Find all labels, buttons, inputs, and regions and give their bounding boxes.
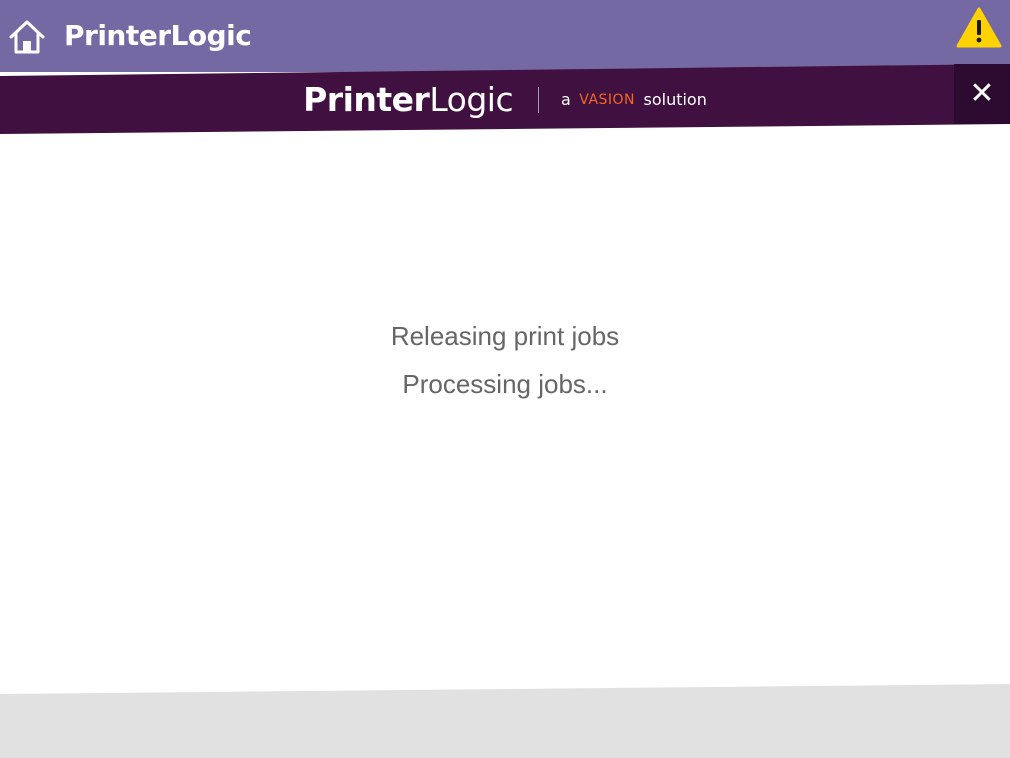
brand-tag-prefix: a <box>561 90 571 109</box>
brand-tag-vasion: VASION <box>579 91 636 108</box>
warning-icon <box>956 7 1002 48</box>
status-message: Releasing print jobs Processing jobs... <box>0 312 1010 408</box>
app-title: PrinterLogic <box>64 19 252 52</box>
footer-bar <box>0 684 1010 758</box>
close-button[interactable]: ✕ <box>954 64 1010 124</box>
brand-name-light: Logic <box>429 80 514 119</box>
home-button[interactable] <box>8 18 46 56</box>
brand-banner: PrinterLogic a VASION solution <box>0 64 1010 134</box>
brand-tag-suffix: solution <box>643 90 707 109</box>
warning-button[interactable] <box>956 6 1002 50</box>
brand-separator <box>537 86 539 113</box>
status-secondary: Processing jobs... <box>402 369 608 399</box>
top-bar: PrinterLogic <box>0 0 1010 72</box>
status-primary: Releasing print jobs <box>390 321 620 351</box>
brand-logo: PrinterLogic a VASION solution <box>0 80 1010 119</box>
brand-name-bold: Printer <box>303 80 430 119</box>
close-icon: ✕ <box>969 76 995 111</box>
home-icon <box>9 20 45 54</box>
